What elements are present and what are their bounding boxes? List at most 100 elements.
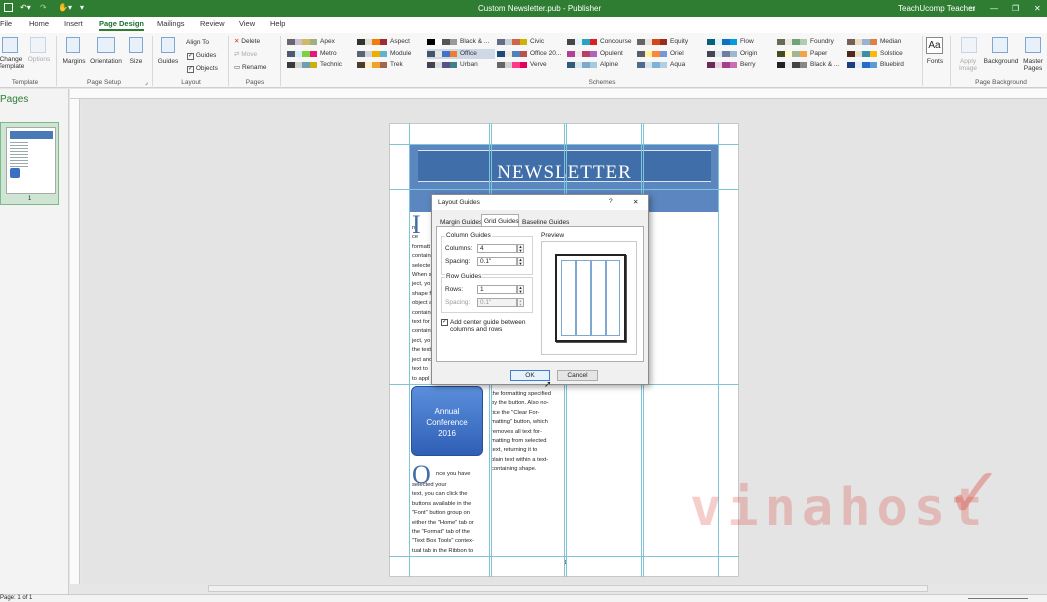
rename-page-button[interactable]: ▭ Rename xyxy=(234,64,267,71)
size-button[interactable]: Size xyxy=(124,58,148,65)
scheme-concourse[interactable]: Concourse xyxy=(567,37,635,47)
help-icon[interactable]: ? xyxy=(609,198,613,205)
orientation-button[interactable]: Orientation xyxy=(88,58,124,65)
guides-icon[interactable] xyxy=(161,37,175,53)
tab-baseline-guides[interactable]: Baseline Guides xyxy=(522,219,569,226)
scheme-verve[interactable]: Verve xyxy=(497,60,565,70)
center-guide-checkbox[interactable]: ✓ xyxy=(441,319,448,326)
scheme-civic[interactable]: Civic xyxy=(497,37,565,47)
options-button[interactable]: Options xyxy=(26,56,52,63)
tab-grid-guides[interactable]: Grid Guides xyxy=(484,218,519,225)
rows-spinner-icon[interactable]: ▲ ▼ xyxy=(517,285,524,294)
spacing-spinner-icon[interactable]: ▲ ▼ xyxy=(517,257,524,266)
apply-image-button[interactable]: Apply Image xyxy=(953,58,983,72)
zoom-slider[interactable] xyxy=(968,598,1028,599)
tab-file[interactable]: File xyxy=(0,19,12,28)
guides-button[interactable]: Guides xyxy=(156,58,180,65)
ribbon-display-icon[interactable]: ▭ xyxy=(968,0,976,17)
scheme-solstice[interactable]: Solstice xyxy=(847,49,915,59)
scheme-flow[interactable]: Flow xyxy=(707,37,775,47)
scheme-bluebird[interactable]: Bluebird xyxy=(847,60,915,70)
tab-insert[interactable]: Insert xyxy=(64,19,83,28)
scheme-black-[interactable]: Black & ... xyxy=(777,60,845,70)
row-spacing-input[interactable]: 0.1" xyxy=(477,298,517,307)
user-name[interactable]: TeachUcomp Teacher xyxy=(898,0,975,17)
save-icon[interactable] xyxy=(4,3,13,12)
group-label-page-setup: Page Setup xyxy=(87,79,121,86)
fonts-button[interactable]: Fonts xyxy=(922,58,948,65)
scheme-apex[interactable]: Apex xyxy=(287,37,355,47)
master-pages-button[interactable]: Master Pages xyxy=(1019,58,1047,72)
size-icon[interactable] xyxy=(129,37,143,53)
master-pages-icon[interactable] xyxy=(1025,37,1041,53)
options-icon[interactable] xyxy=(30,37,46,53)
page-setup-launcher-icon[interactable]: ⌟ xyxy=(145,79,148,86)
customize-qat-icon[interactable]: ▾ xyxy=(80,0,84,16)
scheme-aspect[interactable]: Aspect xyxy=(357,37,425,47)
touch-mode-icon[interactable]: ✋▾ xyxy=(58,0,72,16)
margins-button[interactable]: Margins xyxy=(60,58,88,65)
close-icon[interactable]: ✕ xyxy=(1034,0,1041,17)
scheme-median[interactable]: Median xyxy=(847,37,915,47)
dialog-close-icon[interactable]: ✕ xyxy=(633,198,638,206)
apply-image-icon[interactable] xyxy=(961,37,977,53)
tab-page-design[interactable]: Page Design xyxy=(99,19,145,31)
scheme-berry[interactable]: Berry xyxy=(707,60,775,70)
scheme-swatch xyxy=(777,62,807,68)
row-spacing-spinner-icon[interactable]: ▲ ▼ xyxy=(517,298,524,307)
redo-icon[interactable]: ↷ xyxy=(40,0,47,16)
columns-spinner-icon[interactable]: ▲ ▼ xyxy=(517,244,524,253)
scheme-equity[interactable]: Equity xyxy=(637,37,705,47)
scheme-alpine[interactable]: Alpine xyxy=(567,60,635,70)
scheme-opulent[interactable]: Opulent xyxy=(567,49,635,59)
scheme-trek[interactable]: Trek xyxy=(357,60,425,70)
text-line: tice the "Clear For- xyxy=(491,409,540,416)
page-status[interactable]: Page: 1 of 1 xyxy=(0,595,32,601)
tab-help[interactable]: Help xyxy=(270,19,285,28)
scheme-office-20-[interactable]: Office 20... xyxy=(497,49,565,59)
fonts-icon[interactable]: Aa xyxy=(926,37,943,54)
scheme-metro[interactable]: Metro xyxy=(287,49,355,59)
change-template-icon[interactable] xyxy=(2,37,18,53)
column-1-para2[interactable]: selected your text, you can click the butt… xyxy=(412,481,484,556)
tab-view[interactable]: View xyxy=(239,19,255,28)
undo-icon[interactable]: ↶▾ xyxy=(20,0,31,16)
horizontal-scrollbar[interactable] xyxy=(208,585,928,592)
column-spacing-input[interactable]: 0.1" xyxy=(477,257,517,266)
orientation-icon[interactable] xyxy=(97,37,115,53)
tab-home[interactable]: Home xyxy=(29,19,49,28)
scheme-office[interactable]: Office xyxy=(427,48,495,59)
scheme-foundry[interactable]: Foundry xyxy=(777,37,845,47)
page-thumbnail[interactable]: 1 xyxy=(0,122,59,205)
delete-page-button[interactable]: ✕ Delete xyxy=(234,38,260,45)
scheme-oriel[interactable]: Oriel xyxy=(637,49,705,59)
columns-input[interactable]: 4 xyxy=(477,244,517,253)
rows-input[interactable]: 1 xyxy=(477,285,517,294)
restore-icon[interactable]: ❐ xyxy=(1012,0,1019,17)
margins-icon[interactable] xyxy=(66,37,80,53)
move-page-button[interactable]: ⇄ Move xyxy=(234,51,257,58)
minimize-icon[interactable]: — xyxy=(990,0,998,17)
scheme-label: Technic xyxy=(320,61,343,68)
tab-mailings[interactable]: Mailings xyxy=(157,19,185,28)
horizontal-ruler[interactable] xyxy=(70,89,1047,99)
background-button[interactable]: Background xyxy=(982,58,1020,65)
scheme-origin[interactable]: Origin xyxy=(707,49,775,59)
scheme-black-[interactable]: Black & ... xyxy=(427,37,495,47)
tab-review[interactable]: Review xyxy=(200,19,225,28)
objects-checkbox[interactable]: ✓ Objects xyxy=(187,65,218,73)
vertical-ruler[interactable] xyxy=(70,99,80,584)
scheme-aqua[interactable]: Aqua xyxy=(637,60,705,70)
tab-margin-guides[interactable]: Margin Guides xyxy=(440,219,482,226)
scheme-technic[interactable]: Technic xyxy=(287,60,355,70)
annual-conference-badge[interactable]: Annual Conference 2016 xyxy=(411,386,483,456)
guides-checkbox[interactable]: ✓ Guides xyxy=(187,52,216,60)
background-icon[interactable] xyxy=(992,37,1008,53)
change-template-button[interactable]: Change Template xyxy=(0,56,24,70)
scheme-swatch xyxy=(497,62,527,68)
scheme-paper[interactable]: Paper xyxy=(777,49,845,59)
cancel-button[interactable]: Cancel xyxy=(557,370,598,381)
scheme-urban[interactable]: Urban xyxy=(427,60,495,70)
scheme-module[interactable]: Module xyxy=(357,49,425,59)
column-2-text[interactable]: the formatting specified by the button. A… xyxy=(491,390,563,475)
